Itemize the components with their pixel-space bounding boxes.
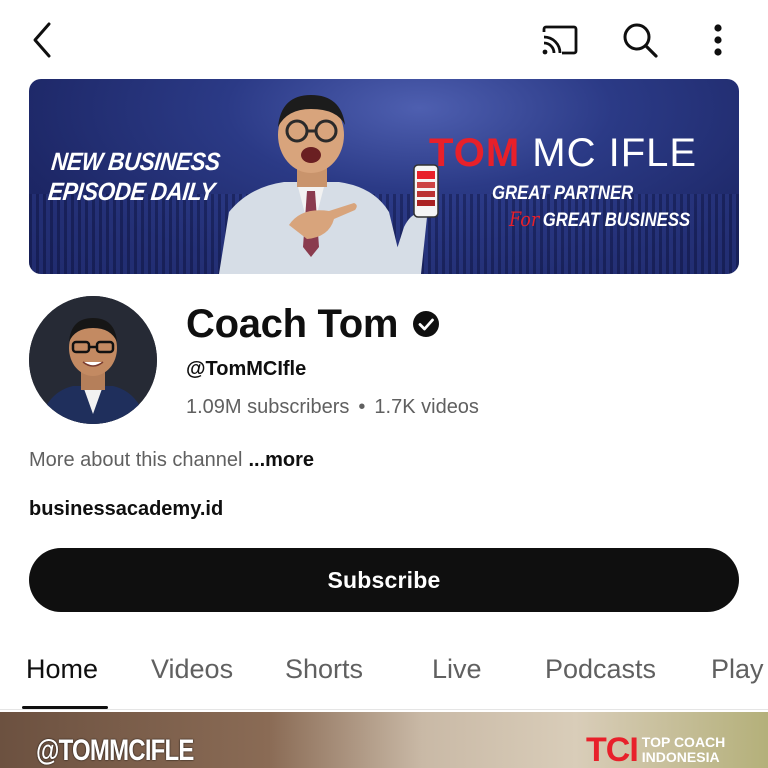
stats-separator: • (358, 396, 366, 418)
tci-subtitle-line2: INDONESIA (641, 749, 720, 765)
channel-about[interactable]: More about this channel ...more (29, 449, 314, 472)
more-options-button[interactable] (696, 18, 740, 62)
channel-tabs: Home Videos Shorts Live Podcasts Play (0, 640, 768, 710)
tci-logo-text: TCI (586, 731, 639, 768)
channel-name-row: Coach Tom (186, 300, 440, 348)
banner-tagline-line2: For GREAT BUSINESS (509, 207, 690, 232)
avatar-image (29, 296, 157, 424)
active-tab-indicator (22, 706, 108, 709)
chevron-left-icon (33, 22, 51, 58)
featured-video-thumbnail[interactable]: @TOMMCIFLE TCI TOP COACH INDONESIA (0, 712, 768, 768)
about-text: More about this channel (29, 449, 243, 471)
tab-home[interactable]: Home (26, 654, 98, 685)
cast-button[interactable] (538, 18, 582, 62)
about-more-link[interactable]: ...more (248, 449, 314, 471)
banner-brand-block: TOM MC IFLE GREAT PARTNER For GREAT BUSIN… (429, 131, 697, 231)
tab-playlists[interactable]: Play (711, 654, 764, 685)
banner-brand-name-red: TOM (429, 131, 521, 175)
banner-presenter-image (219, 95, 439, 274)
tci-subtitle-line1: TOP COACH (641, 734, 726, 750)
channel-avatar[interactable] (29, 296, 157, 424)
tab-videos[interactable]: Videos (151, 654, 233, 685)
channel-name: Coach Tom (186, 301, 399, 346)
tab-podcasts[interactable]: Podcasts (545, 654, 656, 685)
search-icon (623, 23, 658, 58)
subscribe-button[interactable]: Subscribe (29, 548, 739, 612)
banner-tagline-line1: GREAT PARTNER (492, 183, 634, 204)
video-count: 1.7K videos (374, 396, 479, 418)
banner-tagline-line2-text: GREAT BUSINESS (542, 210, 691, 231)
back-button[interactable] (20, 18, 64, 62)
top-app-bar (0, 0, 768, 78)
banner-brand-name: TOM MC IFLE (429, 131, 697, 175)
channel-handle: @TomMCIfle (186, 358, 307, 380)
thumbnail-brand-logo: TCI TOP COACH INDONESIA (586, 732, 725, 768)
cast-icon (542, 25, 578, 55)
channel-stats: 1.09M subscribers • 1.7K videos (186, 396, 479, 419)
tab-live[interactable]: Live (432, 654, 482, 685)
banner-brand-name-white: MC IFLE (532, 131, 698, 175)
subscriber-count: 1.09M subscribers (186, 396, 350, 418)
thumbnail-handle-text: @TOMMCIFLE (36, 734, 194, 767)
channel-website-link[interactable]: businessacademy.id (29, 498, 223, 521)
channel-banner: NEW BUSINESS EPISODE DAILY TOM MC IFLE G… (29, 79, 739, 274)
more-vertical-icon (714, 24, 722, 56)
banner-tagline-for: For (509, 207, 540, 231)
search-button[interactable] (618, 18, 662, 62)
tab-shorts[interactable]: Shorts (285, 654, 363, 685)
verified-badge-icon (413, 311, 440, 337)
tci-subtitle: TOP COACH INDONESIA (642, 735, 726, 765)
